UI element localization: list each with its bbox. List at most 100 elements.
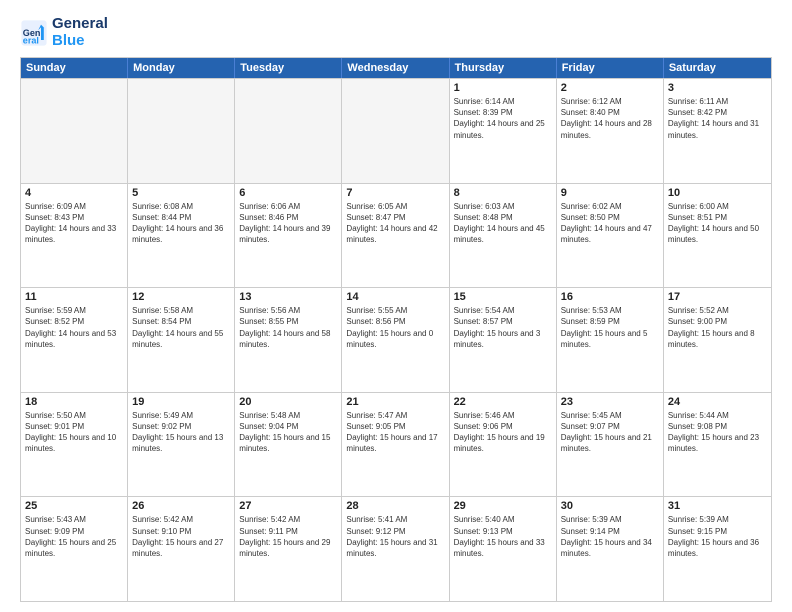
day-info: Sunrise: 6:00 AMSunset: 8:51 PMDaylight:… bbox=[668, 201, 767, 246]
cal-cell-21: 21 Sunrise: 5:47 AMSunset: 9:05 PMDayligh… bbox=[342, 393, 449, 497]
cal-header-saturday: Saturday bbox=[664, 58, 771, 78]
cal-cell-1: 1 Sunrise: 6:14 AMSunset: 8:39 PMDaylight… bbox=[450, 79, 557, 183]
cal-cell-17: 17 Sunrise: 5:52 AMSunset: 9:00 PMDayligh… bbox=[664, 288, 771, 392]
day-info: Sunrise: 5:50 AMSunset: 9:01 PMDaylight:… bbox=[25, 410, 123, 455]
cal-header-thursday: Thursday bbox=[450, 58, 557, 78]
day-number: 21 bbox=[346, 396, 444, 408]
day-info: Sunrise: 5:53 AMSunset: 8:59 PMDaylight:… bbox=[561, 305, 659, 350]
cal-cell-27: 27 Sunrise: 5:42 AMSunset: 9:11 PMDayligh… bbox=[235, 497, 342, 601]
svg-text:eral: eral bbox=[23, 35, 39, 45]
day-number: 28 bbox=[346, 500, 444, 512]
day-info: Sunrise: 5:55 AMSunset: 8:56 PMDaylight:… bbox=[346, 305, 444, 350]
day-info: Sunrise: 5:45 AMSunset: 9:07 PMDaylight:… bbox=[561, 410, 659, 455]
cal-header-monday: Monday bbox=[128, 58, 235, 78]
day-info: Sunrise: 5:41 AMSunset: 9:12 PMDaylight:… bbox=[346, 514, 444, 559]
logo-text: General Blue bbox=[52, 16, 108, 49]
cal-cell-18: 18 Sunrise: 5:50 AMSunset: 9:01 PMDayligh… bbox=[21, 393, 128, 497]
cal-cell-9: 9Sunrise: 6:02 AMSunset: 8:50 PMDaylight… bbox=[557, 184, 664, 288]
day-info: Sunrise: 5:40 AMSunset: 9:13 PMDaylight:… bbox=[454, 514, 552, 559]
cal-cell-28: 28 Sunrise: 5:41 AMSunset: 9:12 PMDayligh… bbox=[342, 497, 449, 601]
day-info: Sunrise: 6:11 AMSunset: 8:42 PMDaylight:… bbox=[668, 96, 767, 141]
day-info: Sunrise: 5:42 AMSunset: 9:11 PMDaylight:… bbox=[239, 514, 337, 559]
day-info: Sunrise: 6:09 AMSunset: 8:43 PMDaylight:… bbox=[25, 201, 123, 246]
day-number: 23 bbox=[561, 396, 659, 408]
day-number: 15 bbox=[454, 291, 552, 303]
day-info: Sunrise: 5:48 AMSunset: 9:04 PMDaylight:… bbox=[239, 410, 337, 455]
day-number: 5 bbox=[132, 187, 230, 199]
cal-cell-23: 23 Sunrise: 5:45 AMSunset: 9:07 PMDayligh… bbox=[557, 393, 664, 497]
day-number: 11 bbox=[25, 291, 123, 303]
day-info: Sunrise: 5:39 AMSunset: 9:15 PMDaylight:… bbox=[668, 514, 767, 559]
day-number: 20 bbox=[239, 396, 337, 408]
cal-cell-31: 31 Sunrise: 5:39 AMSunset: 9:15 PMDayligh… bbox=[664, 497, 771, 601]
cal-cell-7: 7 Sunrise: 6:05 AMSunset: 8:47 PMDaylight… bbox=[342, 184, 449, 288]
day-number: 14 bbox=[346, 291, 444, 303]
day-info: Sunrise: 6:06 AMSunset: 8:46 PMDaylight:… bbox=[239, 201, 337, 246]
day-number: 24 bbox=[668, 396, 767, 408]
logo-icon: Gen eral bbox=[20, 19, 48, 47]
cal-cell-19: 19 Sunrise: 5:49 AMSunset: 9:02 PMDayligh… bbox=[128, 393, 235, 497]
day-number: 16 bbox=[561, 291, 659, 303]
day-info: Sunrise: 5:54 AMSunset: 8:57 PMDaylight:… bbox=[454, 305, 552, 350]
day-number: 19 bbox=[132, 396, 230, 408]
day-number: 25 bbox=[25, 500, 123, 512]
day-number: 1 bbox=[454, 82, 552, 94]
day-info: Sunrise: 5:49 AMSunset: 9:02 PMDaylight:… bbox=[132, 410, 230, 455]
cal-cell-8: 8Sunrise: 6:03 AMSunset: 8:48 PMDaylight… bbox=[450, 184, 557, 288]
day-number: 2 bbox=[561, 82, 659, 94]
day-number: 3 bbox=[668, 82, 767, 94]
day-info: Sunrise: 5:42 AMSunset: 9:10 PMDaylight:… bbox=[132, 514, 230, 559]
day-info: Sunrise: 5:52 AMSunset: 9:00 PMDaylight:… bbox=[668, 305, 767, 350]
cal-cell-empty-3 bbox=[342, 79, 449, 183]
logo: Gen eral General Blue bbox=[20, 16, 108, 49]
day-number: 13 bbox=[239, 291, 337, 303]
cal-cell-4: 4 Sunrise: 6:09 AMSunset: 8:43 PMDaylight… bbox=[21, 184, 128, 288]
cal-cell-25: 25 Sunrise: 5:43 AMSunset: 9:09 PMDayligh… bbox=[21, 497, 128, 601]
cal-row-2: 11 Sunrise: 5:59 AMSunset: 8:52 PMDayligh… bbox=[21, 287, 771, 392]
cal-row-4: 25 Sunrise: 5:43 AMSunset: 9:09 PMDayligh… bbox=[21, 496, 771, 601]
day-number: 18 bbox=[25, 396, 123, 408]
day-info: Sunrise: 5:46 AMSunset: 9:06 PMDaylight:… bbox=[454, 410, 552, 455]
day-info: Sunrise: 5:44 AMSunset: 9:08 PMDaylight:… bbox=[668, 410, 767, 455]
day-info: Sunrise: 5:43 AMSunset: 9:09 PMDaylight:… bbox=[25, 514, 123, 559]
cal-cell-14: 14 Sunrise: 5:55 AMSunset: 8:56 PMDayligh… bbox=[342, 288, 449, 392]
day-number: 7 bbox=[346, 187, 444, 199]
cal-cell-29: 29Sunrise: 5:40 AMSunset: 9:13 PMDayligh… bbox=[450, 497, 557, 601]
day-info: Sunrise: 5:58 AMSunset: 8:54 PMDaylight:… bbox=[132, 305, 230, 350]
day-info: Sunrise: 6:14 AMSunset: 8:39 PMDaylight:… bbox=[454, 96, 552, 141]
day-number: 31 bbox=[668, 500, 767, 512]
cal-cell-15: 15 Sunrise: 5:54 AMSunset: 8:57 PMDayligh… bbox=[450, 288, 557, 392]
day-number: 4 bbox=[25, 187, 123, 199]
day-number: 26 bbox=[132, 500, 230, 512]
calendar-header: SundayMondayTuesdayWednesdayThursdayFrid… bbox=[21, 58, 771, 78]
cal-cell-12: 12Sunrise: 5:58 AMSunset: 8:54 PMDayligh… bbox=[128, 288, 235, 392]
day-info: Sunrise: 6:05 AMSunset: 8:47 PMDaylight:… bbox=[346, 201, 444, 246]
day-info: Sunrise: 6:02 AMSunset: 8:50 PMDaylight:… bbox=[561, 201, 659, 246]
header: Gen eral General Blue bbox=[20, 16, 772, 49]
day-info: Sunrise: 6:03 AMSunset: 8:48 PMDaylight:… bbox=[454, 201, 552, 246]
cal-row-3: 18 Sunrise: 5:50 AMSunset: 9:01 PMDayligh… bbox=[21, 392, 771, 497]
cal-header-wednesday: Wednesday bbox=[342, 58, 449, 78]
cal-cell-6: 6Sunrise: 6:06 AMSunset: 8:46 PMDaylight… bbox=[235, 184, 342, 288]
day-info: Sunrise: 5:47 AMSunset: 9:05 PMDaylight:… bbox=[346, 410, 444, 455]
day-info: Sunrise: 5:59 AMSunset: 8:52 PMDaylight:… bbox=[25, 305, 123, 350]
day-info: Sunrise: 6:08 AMSunset: 8:44 PMDaylight:… bbox=[132, 201, 230, 246]
page: Gen eral General Blue SundayMondayTuesda… bbox=[0, 0, 792, 612]
cal-cell-3: 3 Sunrise: 6:11 AMSunset: 8:42 PMDaylight… bbox=[664, 79, 771, 183]
cal-cell-11: 11 Sunrise: 5:59 AMSunset: 8:52 PMDayligh… bbox=[21, 288, 128, 392]
cal-header-sunday: Sunday bbox=[21, 58, 128, 78]
cal-cell-2: 2 Sunrise: 6:12 AMSunset: 8:40 PMDaylight… bbox=[557, 79, 664, 183]
cal-header-tuesday: Tuesday bbox=[235, 58, 342, 78]
cal-cell-24: 24 Sunrise: 5:44 AMSunset: 9:08 PMDayligh… bbox=[664, 393, 771, 497]
day-number: 22 bbox=[454, 396, 552, 408]
calendar-body: 1 Sunrise: 6:14 AMSunset: 8:39 PMDaylight… bbox=[21, 78, 771, 601]
cal-cell-empty-1 bbox=[128, 79, 235, 183]
cal-cell-empty-0 bbox=[21, 79, 128, 183]
day-info: Sunrise: 6:12 AMSunset: 8:40 PMDaylight:… bbox=[561, 96, 659, 141]
day-number: 27 bbox=[239, 500, 337, 512]
day-number: 10 bbox=[668, 187, 767, 199]
day-number: 17 bbox=[668, 291, 767, 303]
day-number: 30 bbox=[561, 500, 659, 512]
cal-cell-empty-2 bbox=[235, 79, 342, 183]
calendar: SundayMondayTuesdayWednesdayThursdayFrid… bbox=[20, 57, 772, 602]
